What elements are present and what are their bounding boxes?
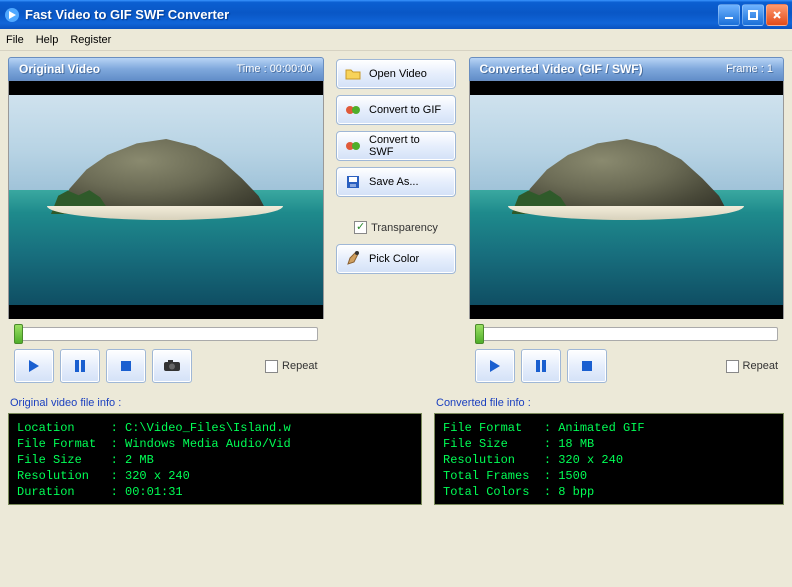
converted-pause-button[interactable] — [521, 349, 561, 383]
converted-seek-row — [469, 319, 785, 345]
menu-help[interactable]: Help — [36, 34, 59, 46]
title-bar: Fast Video to GIF SWF Converter — [0, 0, 792, 29]
open-video-label: Open Video — [369, 68, 427, 80]
converted-seek-slider[interactable] — [475, 327, 779, 341]
converted-video-title: Converted Video (GIF / SWF) — [480, 62, 643, 76]
converted-video-frame: Frame : 1 — [726, 63, 773, 75]
eyedropper-icon — [345, 251, 361, 267]
maximize-button[interactable] — [742, 4, 764, 26]
pick-color-label: Pick Color — [369, 253, 419, 265]
original-seek-row — [8, 319, 324, 345]
original-video-panel: Original Video Time : 00:00:00 — [8, 57, 324, 387]
converted-controls: Repeat — [469, 345, 785, 387]
client-area: Original Video Time : 00:00:00 — [0, 51, 792, 587]
checkbox-icon — [726, 360, 739, 373]
save-icon — [345, 174, 361, 190]
original-video-title: Original Video — [19, 62, 100, 76]
menu-register[interactable]: Register — [70, 34, 111, 46]
checkbox-icon — [265, 360, 278, 373]
convert-gif-icon — [345, 102, 361, 118]
menu-bar: File Help Register — [0, 29, 792, 51]
original-video-viewport — [8, 81, 324, 319]
info-row: Original video file info : Location : C:… — [8, 395, 784, 505]
window-controls — [718, 4, 788, 26]
video-preview-image — [9, 81, 323, 319]
snapshot-button[interactable] — [152, 349, 192, 383]
stop-button[interactable] — [106, 349, 146, 383]
original-info-console: Location : C:\Video_Files\Island.w File … — [8, 413, 422, 505]
converted-info-label: Converted file info : — [434, 395, 784, 413]
converted-video-viewport — [469, 81, 785, 319]
convert-gif-label: Convert to GIF — [369, 104, 441, 116]
main-row: Original Video Time : 00:00:00 — [8, 57, 784, 387]
menu-file[interactable]: File — [6, 34, 24, 46]
open-video-button[interactable]: Open Video — [336, 59, 456, 89]
folder-open-icon — [345, 66, 361, 82]
converted-info-col: Converted file info : File Format : Anim… — [434, 395, 784, 505]
original-controls: Repeat — [8, 345, 324, 387]
play-button[interactable] — [14, 349, 54, 383]
checkbox-checked-icon — [354, 221, 367, 234]
original-repeat-label: Repeat — [282, 360, 317, 372]
pause-button[interactable] — [60, 349, 100, 383]
original-info-label: Original video file info : — [8, 395, 422, 413]
converted-preview-image — [470, 81, 784, 319]
converted-repeat-check[interactable]: Repeat — [726, 360, 778, 373]
converted-info-console: File Format : Animated GIF File Size : 1… — [434, 413, 784, 505]
converted-repeat-label: Repeat — [743, 360, 778, 372]
converted-video-header: Converted Video (GIF / SWF) Frame : 1 — [469, 57, 785, 81]
window-title: Fast Video to GIF SWF Converter — [25, 7, 718, 22]
convert-swf-icon — [345, 138, 361, 154]
convert-swf-label: Convert to SWF — [369, 134, 447, 158]
converted-stop-button[interactable] — [567, 349, 607, 383]
convert-gif-button[interactable]: Convert to GIF — [336, 95, 456, 125]
original-repeat-check[interactable]: Repeat — [265, 360, 317, 373]
minimize-button[interactable] — [718, 4, 740, 26]
original-video-time: Time : 00:00:00 — [236, 63, 312, 75]
original-seek-thumb[interactable] — [14, 324, 23, 344]
app-icon — [4, 7, 20, 23]
original-seek-slider[interactable] — [14, 327, 318, 341]
converted-play-button[interactable] — [475, 349, 515, 383]
close-button[interactable] — [766, 4, 788, 26]
converted-seek-thumb[interactable] — [475, 324, 484, 344]
convert-swf-button[interactable]: Convert to SWF — [336, 131, 456, 161]
transparency-check[interactable]: Transparency — [354, 221, 438, 234]
converted-video-panel: Converted Video (GIF / SWF) Frame : 1 — [469, 57, 785, 387]
transparency-label: Transparency — [371, 222, 438, 234]
original-video-header: Original Video Time : 00:00:00 — [8, 57, 324, 81]
pick-color-button[interactable]: Pick Color — [336, 244, 456, 274]
save-as-button[interactable]: Save As... — [336, 167, 456, 197]
original-info-col: Original video file info : Location : C:… — [8, 395, 422, 505]
save-as-label: Save As... — [369, 176, 419, 188]
center-column: Open Video Convert to GIF Convert to SWF… — [332, 57, 461, 387]
